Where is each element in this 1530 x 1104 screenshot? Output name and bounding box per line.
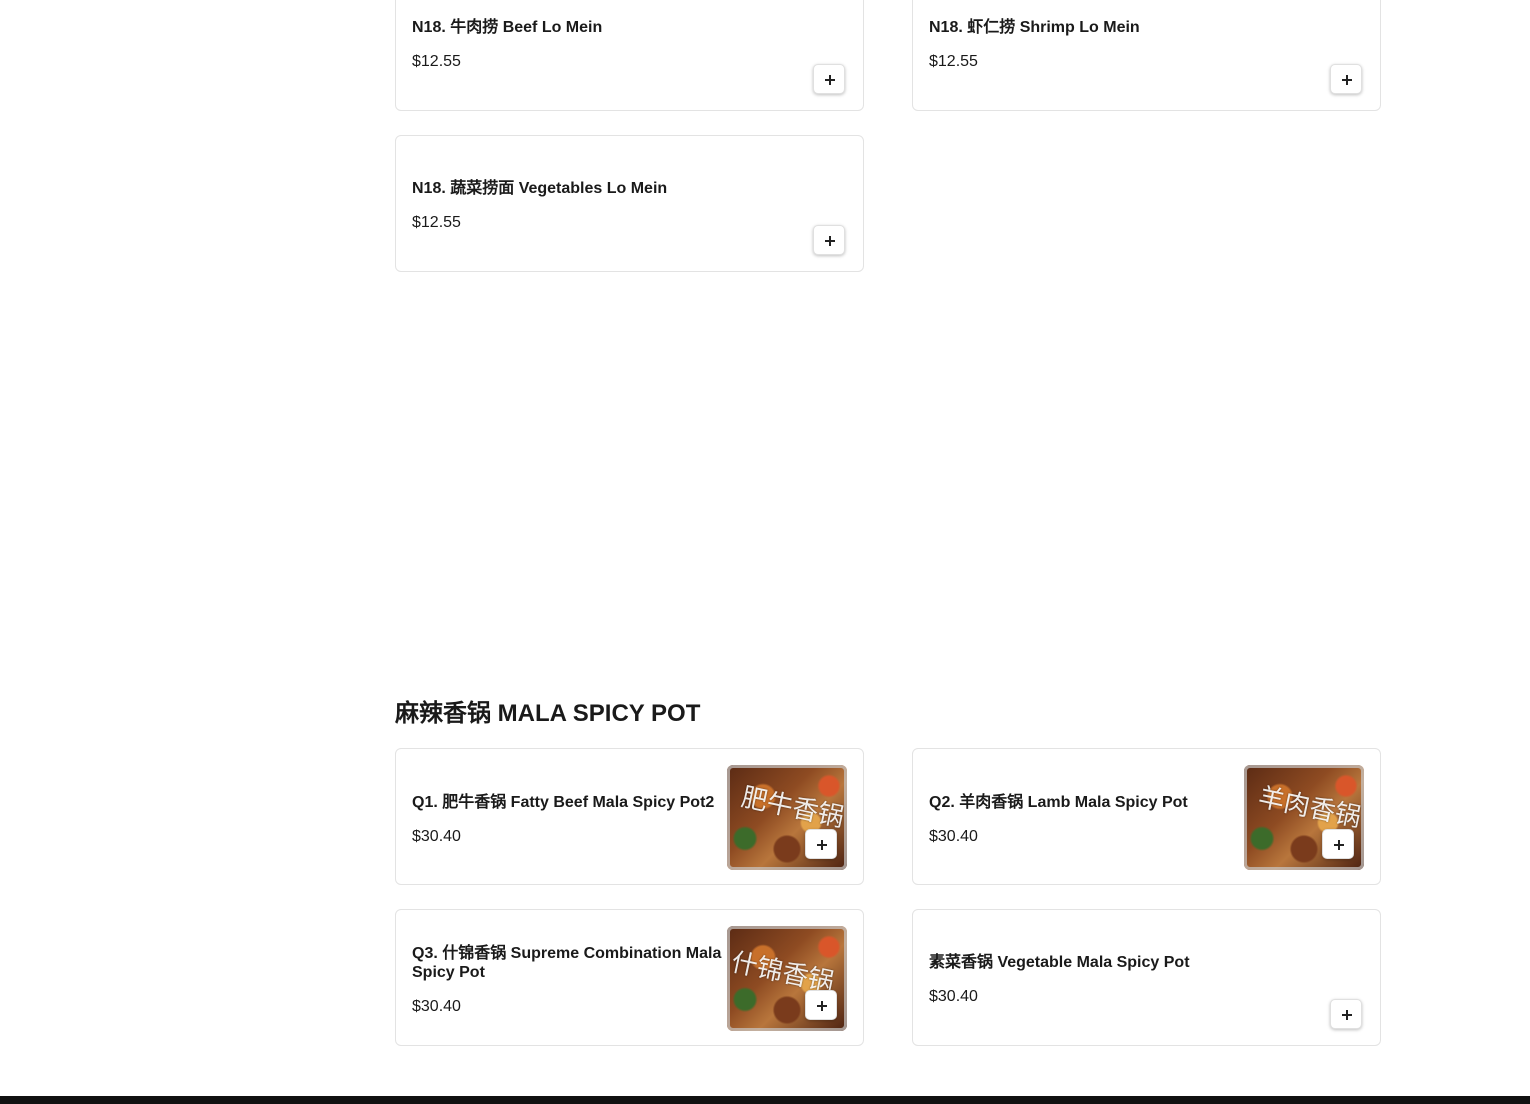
menu-item-card[interactable]: Q3. 什锦香锅 Supreme Combination Mala Spicy …: [395, 909, 864, 1046]
menu-item-card[interactable]: 素菜香锅 Vegetable Mala Spicy Pot $30.40: [912, 909, 1381, 1046]
add-to-cart-button[interactable]: [805, 829, 837, 859]
plus-icon: [1342, 1010, 1352, 1020]
add-to-cart-button[interactable]: [1330, 64, 1362, 94]
item-name: Q2. 羊肉香锅 Lamb Mala Spicy Pot: [929, 794, 1188, 811]
menu-item-card[interactable]: N18. 虾仁捞 Shrimp Lo Mein $12.55: [912, 0, 1381, 111]
plus-icon: [825, 236, 835, 246]
item-name: Q1. 肥牛香锅 Fatty Beef Mala Spicy Pot2: [412, 794, 715, 811]
menu-item-card[interactable]: N18. 牛肉捞 Beef Lo Mein $12.55: [395, 0, 864, 111]
item-name: 素菜香锅 Vegetable Mala Spicy Pot: [929, 954, 1190, 971]
item-price: $30.40: [929, 988, 978, 1005]
add-to-cart-button[interactable]: [1330, 999, 1362, 1029]
plus-icon: [1334, 840, 1344, 850]
item-price: $12.55: [412, 214, 461, 231]
item-price: $12.55: [929, 53, 978, 70]
add-to-cart-button[interactable]: [813, 64, 845, 94]
item-price: $30.40: [412, 998, 461, 1015]
section-title: 麻辣香锅 MALA SPICY POT: [395, 700, 701, 727]
item-name: N18. 蔬菜捞面 Vegetables Lo Mein: [412, 180, 668, 197]
menu-item-card[interactable]: Q2. 羊肉香锅 Lamb Mala Spicy Pot $30.40 羊肉香锅: [912, 748, 1381, 885]
plus-icon: [1342, 75, 1352, 85]
item-name: N18. 牛肉捞 Beef Lo Mein: [412, 19, 603, 36]
add-to-cart-button[interactable]: [813, 225, 845, 255]
plus-icon: [817, 1001, 827, 1011]
footer-bar: [0, 1096, 1530, 1104]
item-price: $30.40: [929, 828, 978, 845]
item-price: $30.40: [412, 828, 461, 845]
item-price: $12.55: [412, 53, 461, 70]
add-to-cart-button[interactable]: [805, 990, 837, 1020]
item-name: N18. 虾仁捞 Shrimp Lo Mein: [929, 19, 1140, 36]
item-name: Q3. 什锦香锅 Supreme Combination Mala Spicy …: [412, 945, 722, 981]
add-to-cart-button[interactable]: [1322, 829, 1354, 859]
menu-item-card[interactable]: Q1. 肥牛香锅 Fatty Beef Mala Spicy Pot2 $30.…: [395, 748, 864, 885]
plus-icon: [817, 840, 827, 850]
plus-icon: [825, 75, 835, 85]
menu-item-card[interactable]: N18. 蔬菜捞面 Vegetables Lo Mein $12.55: [395, 135, 864, 272]
